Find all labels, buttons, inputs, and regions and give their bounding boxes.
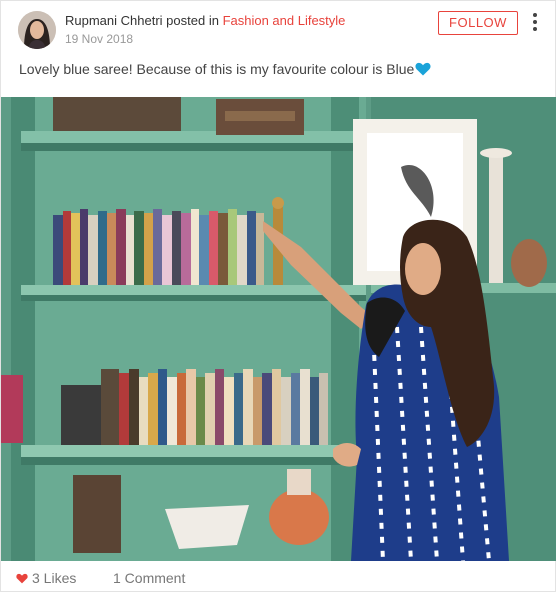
caption-text: Lovely blue saree! Because of this is my… (19, 61, 415, 77)
post-header: Rupmani Chhetri posted in Fashion and Li… (1, 1, 556, 57)
follow-button[interactable]: FOLLOW (438, 11, 518, 35)
avatar[interactable] (18, 11, 56, 49)
post-caption: Lovely blue saree! Because of this is my… (19, 61, 431, 77)
category-link[interactable]: Fashion and Lifestyle (223, 13, 346, 28)
author-line: Rupmani Chhetri posted in Fashion and Li… (65, 13, 345, 28)
avatar-image (18, 11, 56, 49)
posted-in-text: posted in (166, 13, 219, 28)
comments-button[interactable]: 1 Comment (113, 570, 185, 586)
post-photo[interactable] (1, 97, 556, 561)
author-name[interactable]: Rupmani Chhetri (65, 13, 163, 28)
blue-heart-icon (415, 62, 431, 76)
likes-button[interactable]: 3 Likes (16, 570, 76, 586)
post-card: Rupmani Chhetri posted in Fashion and Li… (0, 0, 556, 592)
likes-count: 3 Likes (32, 570, 77, 586)
photo-image (1, 97, 556, 561)
post-date: 19 Nov 2018 (65, 32, 134, 46)
post-footer: 3 Likes 1 Comment (1, 561, 556, 593)
more-options-icon[interactable] (529, 10, 541, 38)
heart-icon (16, 573, 28, 584)
